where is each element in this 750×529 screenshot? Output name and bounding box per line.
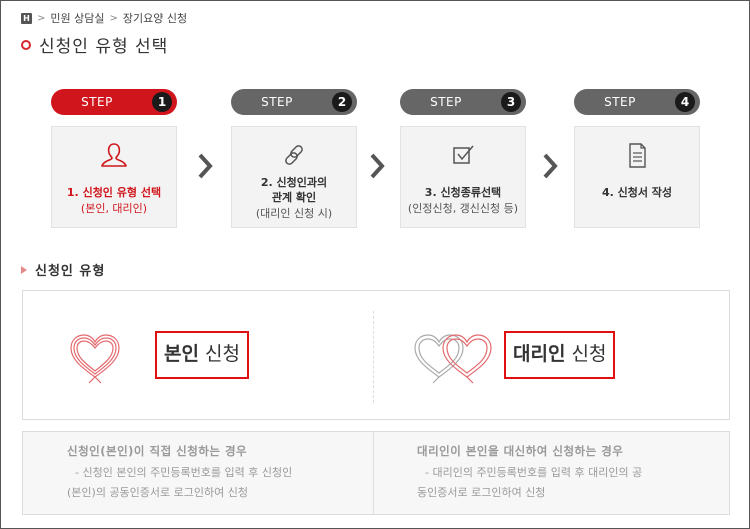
proxy-description: 대리인이 본인을 대신하여 신청하는 경우 - 대리인의 주민등록번호를 입력 … bbox=[374, 432, 728, 516]
step-number: 2 bbox=[332, 92, 352, 112]
proxy-apply-bold: 대리인 bbox=[513, 343, 566, 365]
self-apply-label: 신청 bbox=[198, 343, 240, 365]
step-2-title-line2: 관계 확인 bbox=[271, 191, 317, 204]
document-icon bbox=[575, 141, 699, 169]
circle-bullet-icon bbox=[21, 39, 31, 50]
step-3-box: 3. 신청종류선택 (인정신청, 갱신신청 등) bbox=[400, 126, 526, 228]
self-apply-bold: 본인 bbox=[164, 343, 199, 365]
description-panel: 신청인(본인)이 직접 신청하는 경우 - 신청인 본인의 주민등록번호를 입력… bbox=[22, 431, 730, 515]
proxy-description-body: - 대리인의 주민등록번호를 입력 후 대리인의 공 동인증서로 로그인하여 신… bbox=[417, 463, 642, 503]
heart-icon bbox=[70, 334, 120, 384]
home-icon[interactable]: H bbox=[21, 12, 32, 24]
step-label: STEP bbox=[261, 95, 293, 109]
breadcrumb: H > 민원 상담실 > 장기요양 신청 bbox=[21, 10, 187, 26]
step-4-box: 4. 신청서 작성 bbox=[574, 126, 700, 228]
breadcrumb-item-consult[interactable]: 민원 상담실 bbox=[50, 10, 104, 26]
step-4-pill: STEP 4 bbox=[574, 89, 700, 115]
step-number: 1 bbox=[152, 92, 172, 112]
breadcrumb-item-longterm-care[interactable]: 장기요양 신청 bbox=[123, 10, 187, 26]
step-1-box: 1. 신청인 유형 선택 (본인, 대리인) bbox=[51, 126, 177, 228]
self-description-line2: (본인)의 공동인증서로 로그인하여 신청 bbox=[67, 486, 248, 499]
self-apply-button[interactable]: 본인 신청 bbox=[155, 331, 249, 379]
double-heart-icon bbox=[414, 334, 492, 384]
page-frame: H > 민원 상담실 > 장기요양 신청 신청인 유형 선택 STEP 1 ST… bbox=[0, 0, 750, 529]
chevron-right-icon bbox=[370, 153, 385, 179]
step-label: STEP bbox=[81, 95, 113, 109]
breadcrumb-separator-icon: > bbox=[109, 12, 118, 24]
step-number: 3 bbox=[501, 92, 521, 112]
step-2-title-line1: 2. 신청인과의 bbox=[260, 176, 328, 189]
proxy-description-line2: 동인증서로 로그인하여 신청 bbox=[417, 486, 546, 499]
breadcrumb-separator-icon: > bbox=[37, 12, 46, 24]
step-3-pill: STEP 3 bbox=[400, 89, 526, 115]
page-title-row: 신청인 유형 선택 bbox=[21, 32, 168, 57]
link-icon bbox=[232, 141, 356, 169]
proxy-description-line1: - 대리인의 주민등록번호를 입력 후 대리인의 공 bbox=[425, 466, 643, 479]
step-2-pill: STEP 2 bbox=[231, 89, 357, 115]
self-description-line1: - 신청인 본인의 주민등록번호를 입력 후 신청인 bbox=[75, 466, 293, 479]
proxy-apply-option[interactable]: 대리인 신청 bbox=[374, 291, 731, 421]
section-header: 신청인 유형 bbox=[21, 260, 105, 279]
step-number: 4 bbox=[675, 92, 695, 112]
step-1-title: 1. 신청인 유형 선택 bbox=[66, 186, 162, 199]
step-label: STEP bbox=[604, 95, 636, 109]
step-2-box: 2. 신청인과의 관계 확인 (대리인 신청 시) bbox=[231, 126, 357, 228]
step-label: STEP bbox=[430, 95, 462, 109]
person-icon bbox=[52, 141, 176, 169]
section-title: 신청인 유형 bbox=[35, 264, 106, 279]
checkbox-icon bbox=[401, 141, 525, 169]
proxy-apply-label: 신청 bbox=[565, 343, 607, 365]
step-2-subtitle: (대리인 신청 시) bbox=[255, 207, 333, 220]
chevron-right-icon bbox=[543, 153, 558, 179]
triangle-bullet-icon bbox=[21, 265, 27, 274]
self-description-title: 신청인(본인)이 직접 신청하는 경우 bbox=[67, 444, 248, 458]
chevron-right-icon bbox=[198, 153, 213, 179]
proxy-apply-button[interactable]: 대리인 신청 bbox=[504, 331, 616, 379]
step-1-subtitle: (본인, 대리인) bbox=[80, 202, 148, 215]
self-apply-option[interactable]: 본인 신청 bbox=[23, 291, 373, 421]
self-description: 신청인(본인)이 직접 신청하는 경우 - 신청인 본인의 주민등록번호를 입력… bbox=[23, 432, 377, 516]
step-1-pill: STEP 1 bbox=[51, 89, 177, 115]
applicant-type-panel: 본인 신청 대리인 신청 bbox=[22, 290, 730, 420]
proxy-description-title: 대리인이 본인을 대신하여 신청하는 경우 bbox=[417, 444, 624, 458]
step-3-title: 3. 신청종류선택 bbox=[424, 186, 502, 199]
page-title: 신청인 유형 선택 bbox=[39, 37, 169, 57]
self-description-body: - 신청인 본인의 주민등록번호를 입력 후 신청인 (본인)의 공동인증서로 … bbox=[67, 463, 292, 503]
step-3-subtitle: (인정신청, 갱신신청 등) bbox=[407, 202, 519, 215]
step-4-title: 4. 신청서 작성 bbox=[601, 186, 673, 199]
